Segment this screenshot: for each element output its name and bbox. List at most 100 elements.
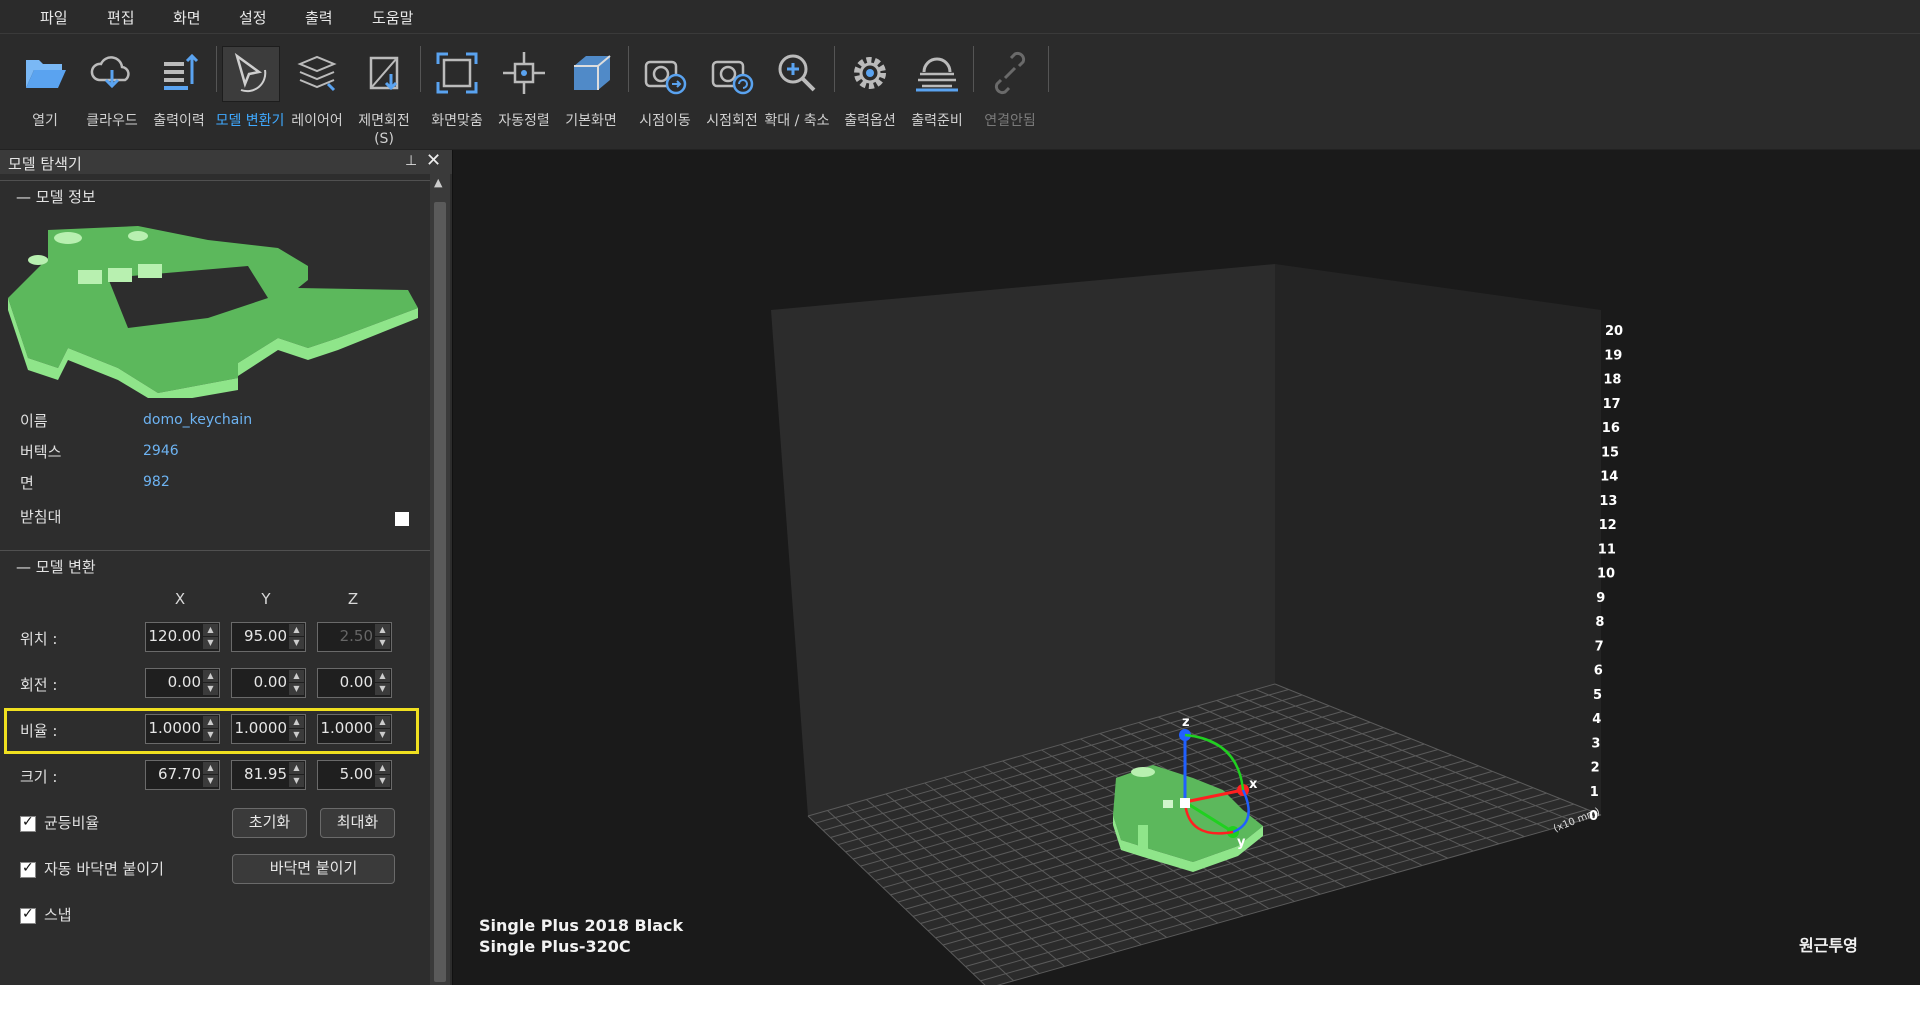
- z-tick-label: 13: [1599, 494, 1617, 509]
- rotation-x-input[interactable]: 0.00 ▲ ▼: [145, 668, 220, 698]
- default-view-button[interactable]: 기본화면: [559, 42, 623, 144]
- fit-screen-icon: [436, 52, 478, 94]
- model-transform-label: 모델 변환기: [215, 113, 285, 129]
- z-tick-label: 10: [1597, 567, 1615, 582]
- rotation-y-input[interactable]: 0.00 ▲ ▼: [231, 668, 306, 698]
- position-y-input[interactable]: 95.00 ▲ ▼: [231, 622, 306, 652]
- menu-print[interactable]: 출력: [305, 7, 333, 28]
- position-x-value: 120.00: [148, 627, 202, 645]
- scale-x-input[interactable]: 1.0000 ▲ ▼: [145, 714, 220, 744]
- connection-label: 연결안됨: [984, 113, 1036, 129]
- face-value: 982: [143, 474, 170, 490]
- spin-down-icon[interactable]: ▼: [289, 683, 304, 695]
- scroll-thumb[interactable]: [434, 202, 446, 982]
- open-label: 열기: [32, 113, 58, 129]
- auto-arrange-label: 자동정렬: [498, 113, 550, 129]
- toolbar-separator: [834, 46, 835, 92]
- fit-screen-label: 화면맞춤: [431, 113, 483, 129]
- rotation-x-value: 0.00: [167, 673, 201, 691]
- spin-down-icon[interactable]: ▼: [203, 637, 218, 649]
- z-tick-label: 19: [1604, 348, 1622, 363]
- layer-button[interactable]: 레이어어: [285, 42, 349, 144]
- check-icon: ✓: [22, 906, 34, 922]
- z-tick-label: 0: [1589, 809, 1598, 824]
- cloud-button[interactable]: 클라우드: [80, 42, 144, 144]
- model-transform-button[interactable]: 모델 변환기: [216, 42, 284, 144]
- position-z-value: 2.50: [339, 627, 373, 645]
- z-tick-label: 4: [1592, 712, 1601, 727]
- spin-down-icon[interactable]: ▼: [375, 683, 390, 695]
- spin-down-icon[interactable]: ▼: [203, 775, 218, 787]
- spin-down-icon[interactable]: ▼: [203, 683, 218, 695]
- maximize-button[interactable]: 최대화: [320, 808, 395, 838]
- camera-rotate-button[interactable]: 시점회전: [700, 42, 764, 144]
- print-history-button[interactable]: 출력이력: [147, 42, 211, 144]
- scale-z-input[interactable]: 1.0000 ▲ ▼: [317, 714, 392, 744]
- auto-floor-label: 자동 바닥면 붙이기: [44, 860, 164, 878]
- open-button[interactable]: 열기: [13, 42, 77, 144]
- auto-arrange-button[interactable]: 자동정렬: [492, 42, 556, 144]
- spin-down-icon[interactable]: ▼: [203, 729, 218, 741]
- rotation-z-input[interactable]: 0.00 ▲ ▼: [317, 668, 392, 698]
- zoom-button[interactable]: 확대 / 축소: [764, 42, 830, 144]
- toolbar-separator: [628, 46, 629, 92]
- spin-up-icon[interactable]: ▲: [289, 670, 304, 682]
- z-tick-label: 8: [1595, 615, 1604, 630]
- position-x-input[interactable]: 120.00 ▲ ▼: [145, 622, 220, 652]
- camera-move-button[interactable]: 시점이동: [633, 42, 697, 144]
- spin-down-icon[interactable]: ▼: [375, 775, 390, 787]
- scale-y-input[interactable]: 1.0000 ▲ ▼: [231, 714, 306, 744]
- auto-floor-checkbox[interactable]: ✓: [20, 860, 36, 878]
- spin-down-icon[interactable]: ▼: [289, 729, 304, 741]
- menu-view[interactable]: 화면: [173, 7, 201, 28]
- spin-down-icon[interactable]: ▼: [375, 729, 390, 741]
- 3d-viewport[interactable]: z x y (x10 mm) 0 1 2 3 4 5 6 7 8 9 10 11 12 13 14 15 16 1…: [453, 150, 1920, 985]
- pin-icon[interactable]: ⊥: [405, 153, 417, 169]
- spin-up-icon[interactable]: ▲: [289, 624, 304, 636]
- spin-up-icon[interactable]: ▲: [203, 624, 218, 636]
- floor-button[interactable]: 바닥면 붙이기: [232, 854, 395, 884]
- toolbar-separator: [973, 46, 974, 92]
- spin-down-icon[interactable]: ▼: [289, 775, 304, 787]
- spin-up-icon[interactable]: ▲: [375, 716, 390, 728]
- z-tick-label: 14: [1600, 470, 1618, 485]
- menu-help[interactable]: 도움말: [372, 7, 413, 28]
- uniform-scale-checkbox[interactable]: ✓: [20, 814, 36, 832]
- snap-checkbox[interactable]: ✓: [20, 906, 36, 924]
- model-transform-header[interactable]: — 모델 변환: [16, 556, 96, 577]
- menu-settings[interactable]: 설정: [239, 7, 267, 28]
- z-tick-label: 17: [1603, 397, 1621, 412]
- spin-up-icon[interactable]: ▲: [375, 670, 390, 682]
- spin-up-icon[interactable]: ▲: [289, 716, 304, 728]
- projection-mode-label[interactable]: 원근투영: [1799, 932, 1858, 956]
- check-icon: ✓: [22, 814, 34, 830]
- spin-up-icon[interactable]: ▲: [375, 762, 390, 774]
- scroll-up-icon[interactable]: ▲: [434, 176, 442, 189]
- print-prepare-button[interactable]: 출력준비: [905, 42, 969, 144]
- spin-up-icon[interactable]: ▲: [289, 762, 304, 774]
- connection-button[interactable]: 연결안됨: [978, 42, 1042, 144]
- face-rotate-button[interactable]: 제면회전 (S): [352, 42, 416, 147]
- gizmo-y-label: y: [1237, 835, 1246, 850]
- spin-up-icon[interactable]: ▲: [203, 670, 218, 682]
- print-options-button[interactable]: 출력옵션: [838, 42, 902, 144]
- camera-rotate-label: 시점회전: [706, 113, 758, 129]
- panel-scrollbar[interactable]: ▲: [430, 174, 450, 985]
- spin-down-icon[interactable]: ▼: [289, 637, 304, 649]
- size-y-input[interactable]: 81.95 ▲ ▼: [231, 760, 306, 790]
- z-tick-label: 3: [1591, 736, 1600, 751]
- reset-button[interactable]: 초기화: [232, 808, 307, 838]
- spin-up-icon[interactable]: ▲: [203, 716, 218, 728]
- axis-y-header: Y: [261, 590, 271, 608]
- model-info-header[interactable]: — 모델 정보: [16, 186, 96, 207]
- toolbar-separator: [420, 46, 421, 92]
- size-x-input[interactable]: 67.70 ▲ ▼: [145, 760, 220, 790]
- menu-edit[interactable]: 편집: [107, 7, 135, 28]
- fit-screen-button[interactable]: 화면맞춤: [425, 42, 489, 144]
- spin-up-icon[interactable]: ▲: [203, 762, 218, 774]
- support-checkbox[interactable]: [395, 512, 409, 526]
- size-z-input[interactable]: 5.00 ▲ ▼: [317, 760, 392, 790]
- close-icon[interactable]: ✕: [426, 150, 441, 171]
- menu-file[interactable]: 파일: [40, 7, 68, 28]
- printer-model-line1: Single Plus 2018 Black: [479, 916, 684, 935]
